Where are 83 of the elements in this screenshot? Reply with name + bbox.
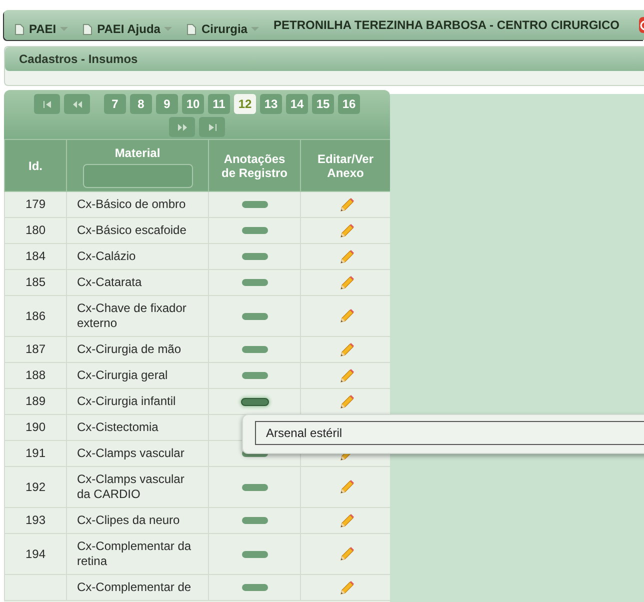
menu-item[interactable]: PAEI Ajuda xyxy=(82,22,172,36)
id-cell: 189 xyxy=(25,394,46,408)
material-filter-field[interactable] xyxy=(82,164,192,188)
material-cell: Cx-Clamps vascular da CARDIO xyxy=(77,472,184,501)
id-cell: 190 xyxy=(25,420,46,434)
id-cell: 184 xyxy=(25,249,46,263)
id-cell: 194 xyxy=(25,546,46,560)
last-page-button[interactable] xyxy=(199,117,225,137)
page-button[interactable]: 14 xyxy=(286,94,308,114)
material-cell: Cx-Catarata xyxy=(77,275,142,289)
first-page-button[interactable] xyxy=(34,94,60,114)
annotation-button[interactable] xyxy=(242,484,268,490)
material-cell: Cx-Clamps vascular xyxy=(77,446,184,460)
pencil-icon xyxy=(338,198,354,212)
page-button[interactable]: 8 xyxy=(130,94,152,114)
id-cell: 187 xyxy=(25,342,46,356)
user-name: PETRONILHA TEREZINHA BARBOSA - CENTRO CIRURGICO xyxy=(273,18,620,32)
material-cell: Cx-Chave de fixador externo xyxy=(77,301,186,330)
first-page-icon xyxy=(42,100,52,108)
material-cell: Cx-Básico escafoide xyxy=(77,223,186,237)
document-icon xyxy=(186,22,198,36)
document-icon xyxy=(14,22,25,36)
id-cell: 193 xyxy=(25,513,46,527)
page-button[interactable]: 9 xyxy=(156,94,178,114)
annotation-button[interactable] xyxy=(242,584,268,591)
pencil-icon xyxy=(338,368,354,382)
material-cell: Cx-Complementar de xyxy=(77,580,192,594)
pencil-icon xyxy=(338,547,354,561)
pencil-icon xyxy=(338,580,354,594)
annotation-button[interactable] xyxy=(242,227,268,234)
pencil-icon xyxy=(338,224,354,238)
annotation-button[interactable] xyxy=(242,550,268,558)
id-cell: 179 xyxy=(25,197,46,211)
pencil-icon xyxy=(338,342,354,356)
document-icon xyxy=(82,22,94,36)
material-cell: Cx-Complementar da retina xyxy=(77,539,192,568)
pencil-icon xyxy=(338,480,354,494)
annotation-button[interactable] xyxy=(242,346,268,353)
id-cell: 180 xyxy=(25,223,46,237)
page-button[interactable]: 10 xyxy=(182,94,204,114)
menu-item[interactable]: Cirurgia xyxy=(186,22,260,36)
previous-page-icon xyxy=(72,100,82,108)
pencil-icon xyxy=(338,309,354,323)
id-cell: 188 xyxy=(25,368,46,382)
page-button[interactable]: 12 xyxy=(234,94,256,114)
column-header: Editar/Ver Anexo xyxy=(317,152,374,180)
pencil-icon xyxy=(338,514,354,528)
page-button[interactable]: 15 xyxy=(312,94,334,114)
id-cell: 185 xyxy=(25,275,46,289)
annotation-button[interactable] xyxy=(242,201,268,208)
id-cell: 192 xyxy=(25,480,46,494)
material-cell: Cx-Cistectomia xyxy=(77,420,158,434)
pencil-icon xyxy=(338,250,354,264)
material-cell: Cx-Clipes da neuro xyxy=(77,513,180,527)
tooltip-text: Arsenal estéril xyxy=(255,421,644,445)
page-button[interactable]: 16 xyxy=(338,94,360,114)
annotation-button[interactable] xyxy=(242,517,268,524)
next-page-button[interactable] xyxy=(169,117,195,137)
column-header: Id. xyxy=(28,158,42,172)
annotation-button[interactable] xyxy=(240,398,268,406)
pencil-icon xyxy=(338,276,354,290)
annotation-button[interactable] xyxy=(242,279,268,286)
pencil-icon xyxy=(338,394,354,408)
page-button[interactable]: 13 xyxy=(260,94,282,114)
column-header: Anotações de Registro xyxy=(221,152,288,180)
annotation-button[interactable] xyxy=(242,253,268,260)
annotation-button[interactable] xyxy=(242,312,268,320)
column-header: Material xyxy=(114,146,160,160)
material-cell: Cx-Calázio xyxy=(77,249,136,263)
material-cell: Cx-Cirurgia geral xyxy=(77,368,168,382)
material-cell: Cx-Cirurgia de mão xyxy=(77,342,182,356)
next-page-icon xyxy=(178,124,186,130)
menu-item[interactable]: PAEI xyxy=(14,22,68,36)
page-title-bar: Cadastros - Insumos xyxy=(5,47,644,71)
material-cell: Cx-Básico de ombro xyxy=(77,197,186,211)
previous-page-button[interactable] xyxy=(64,94,90,114)
id-cell: 191 xyxy=(25,446,46,460)
last-page-icon xyxy=(208,124,216,130)
material-cell: Cx-Cirurgia infantil xyxy=(77,394,176,408)
page-button[interactable]: 7 xyxy=(104,94,126,114)
page-button[interactable]: 11 xyxy=(208,94,230,114)
id-cell: 186 xyxy=(25,308,46,322)
annotation-button[interactable] xyxy=(242,372,268,379)
